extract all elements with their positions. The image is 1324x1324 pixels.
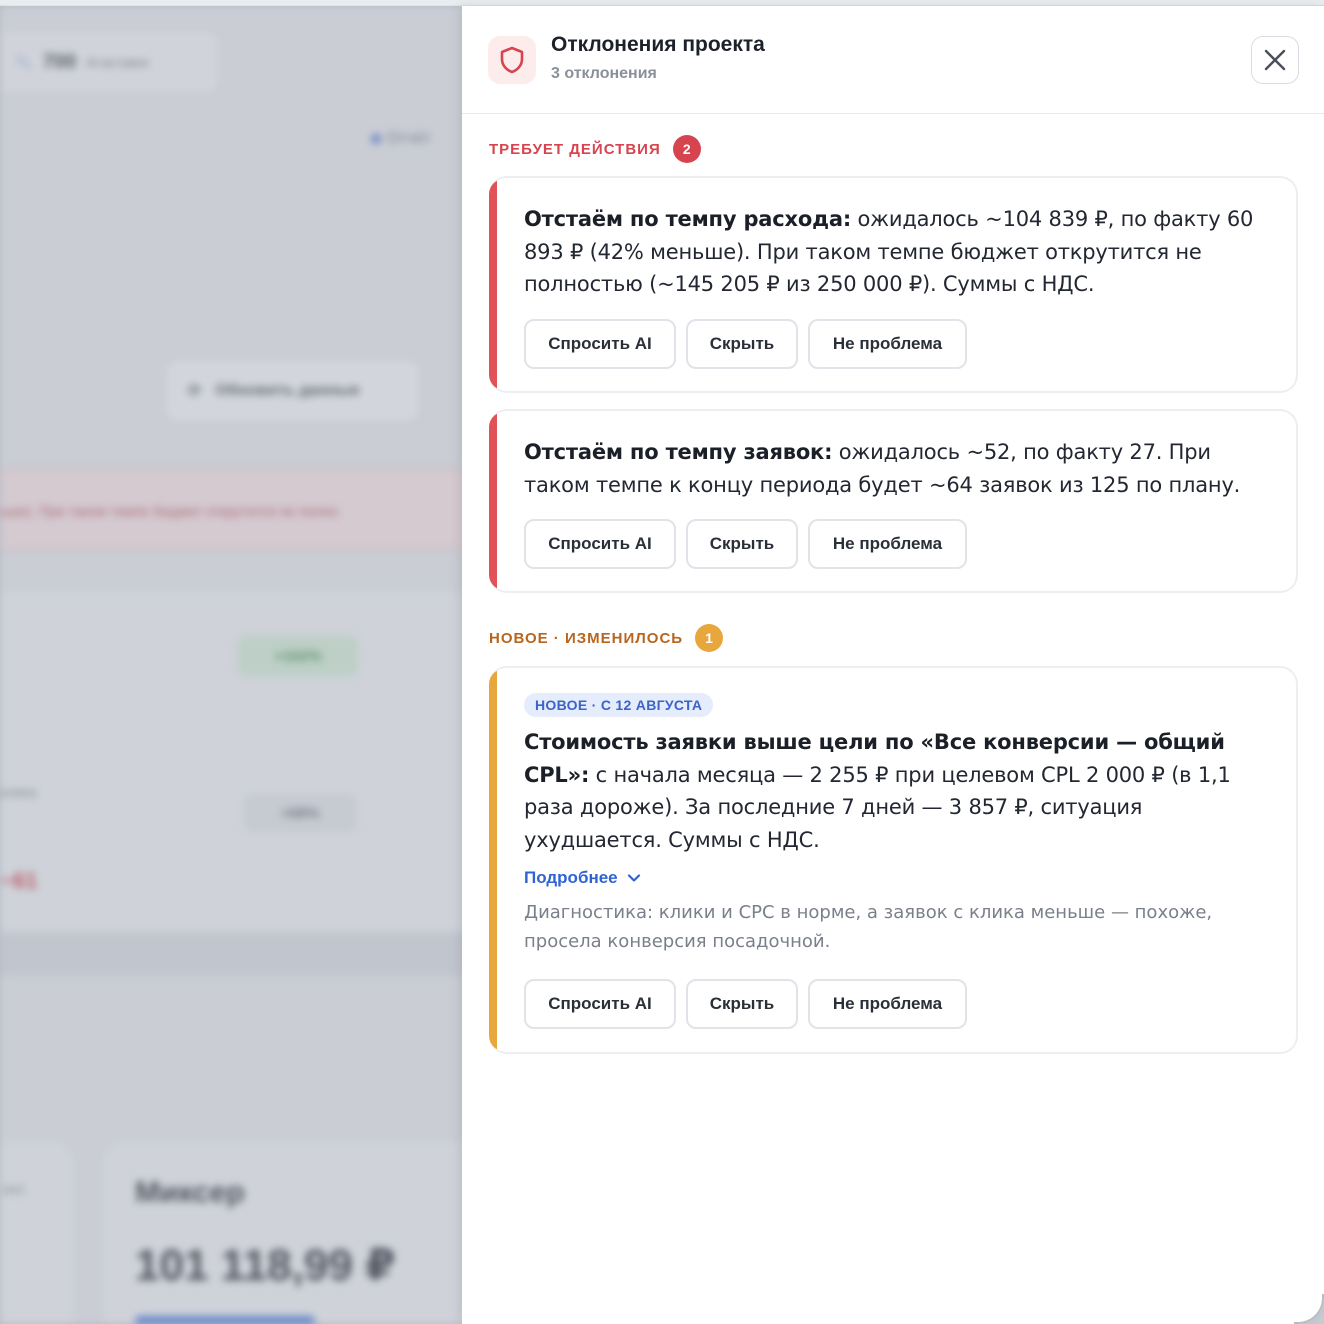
hide-button[interactable]: Скрыть: [686, 319, 798, 369]
card-body: Отстаём по темпу расхода: ожидалось ~104…: [524, 203, 1266, 301]
diagnostic-text: Диагностика: клики и CPC в норме, а заяв…: [524, 902, 1213, 952]
section-action-required: ТРЕБУЕТ ДЕЙСТВИЯ 2: [489, 135, 701, 163]
card-body: Отстаём по темпу заявок: ожидалось ~52, …: [524, 436, 1266, 501]
deviation-card: Отстаём по темпу заявок: ожидалось ~52, …: [489, 409, 1298, 593]
card-severity-stripe: [489, 178, 497, 391]
drawer-header: Отклонения проекта 3 отклонения: [462, 6, 1324, 114]
card-text: Отстаём по темпу заявок: ожидалось ~52, …: [524, 436, 1266, 501]
ask-ai-button[interactable]: Спросить AI: [524, 319, 676, 369]
not-a-problem-button[interactable]: Не проблема: [808, 319, 967, 369]
card-actions: Спросить AI Скрыть Не проблема: [524, 319, 967, 369]
card-actions: Спросить AI Скрыть Не проблема: [524, 519, 967, 569]
not-a-problem-button[interactable]: Не проблема: [808, 979, 967, 1029]
hide-button[interactable]: Скрыть: [686, 519, 798, 569]
card-text: Стоимость заявки выше цели по «Все конве…: [524, 726, 1266, 856]
section-count-badge: 1: [695, 624, 724, 652]
card-title: Отстаём по темпу расхода:: [524, 207, 852, 231]
close-icon: [1264, 49, 1286, 71]
new-since-tag: НОВОЕ · С 12 АВГУСТА: [524, 693, 714, 717]
shield-icon: [488, 36, 536, 84]
close-button[interactable]: [1251, 36, 1299, 84]
modal-overlay[interactable]: [0, 6, 462, 1324]
ask-ai-button[interactable]: Спросить AI: [524, 519, 676, 569]
ask-ai-button[interactable]: Спросить AI: [524, 979, 676, 1029]
card-severity-stripe: [489, 411, 497, 591]
deviation-card: Отстаём по темпу расхода: ожидалось ~104…: [489, 176, 1298, 393]
card-description: с начала месяца — 2 255 ₽ при целевом CP…: [524, 762, 1231, 852]
details-toggle-label: Подробнее: [524, 868, 618, 887]
section-new-changed: НОВОЕ · ИЗМЕНИЛОСЬ 1: [489, 624, 724, 652]
section-label: НОВОЕ · ИЗМЕНИЛОСЬ: [489, 629, 684, 647]
card-actions: Спросить AI Скрыть Не проблема: [524, 979, 967, 1029]
not-a-problem-button[interactable]: Не проблема: [808, 519, 967, 569]
chevron-down-icon: [627, 874, 640, 882]
details-toggle[interactable]: Подробнее: [524, 868, 1266, 888]
card-body: НОВОЕ · С 12 АВГУСТА Стоимость заявки вы…: [524, 693, 1266, 956]
hide-button[interactable]: Скрыть: [686, 979, 798, 1029]
card-title: Отстаём по темпу заявок:: [524, 440, 833, 464]
deviation-card: НОВОЕ · С 12 АВГУСТА Стоимость заявки вы…: [489, 666, 1298, 1054]
deviations-drawer: Отклонения проекта 3 отклонения ТРЕБУЕТ …: [462, 6, 1324, 1324]
section-label: ТРЕБУЕТ ДЕЙСТВИЯ: [489, 140, 661, 158]
window-corner: [1294, 1294, 1324, 1324]
drawer-title: Отклонения проекта: [551, 33, 765, 56]
drawer-subtitle: 3 отклонения: [551, 65, 657, 82]
section-count-badge: 2: [672, 135, 701, 163]
card-text: Отстаём по темпу расхода: ожидалось ~104…: [524, 203, 1266, 301]
card-severity-stripe: [489, 668, 497, 1052]
